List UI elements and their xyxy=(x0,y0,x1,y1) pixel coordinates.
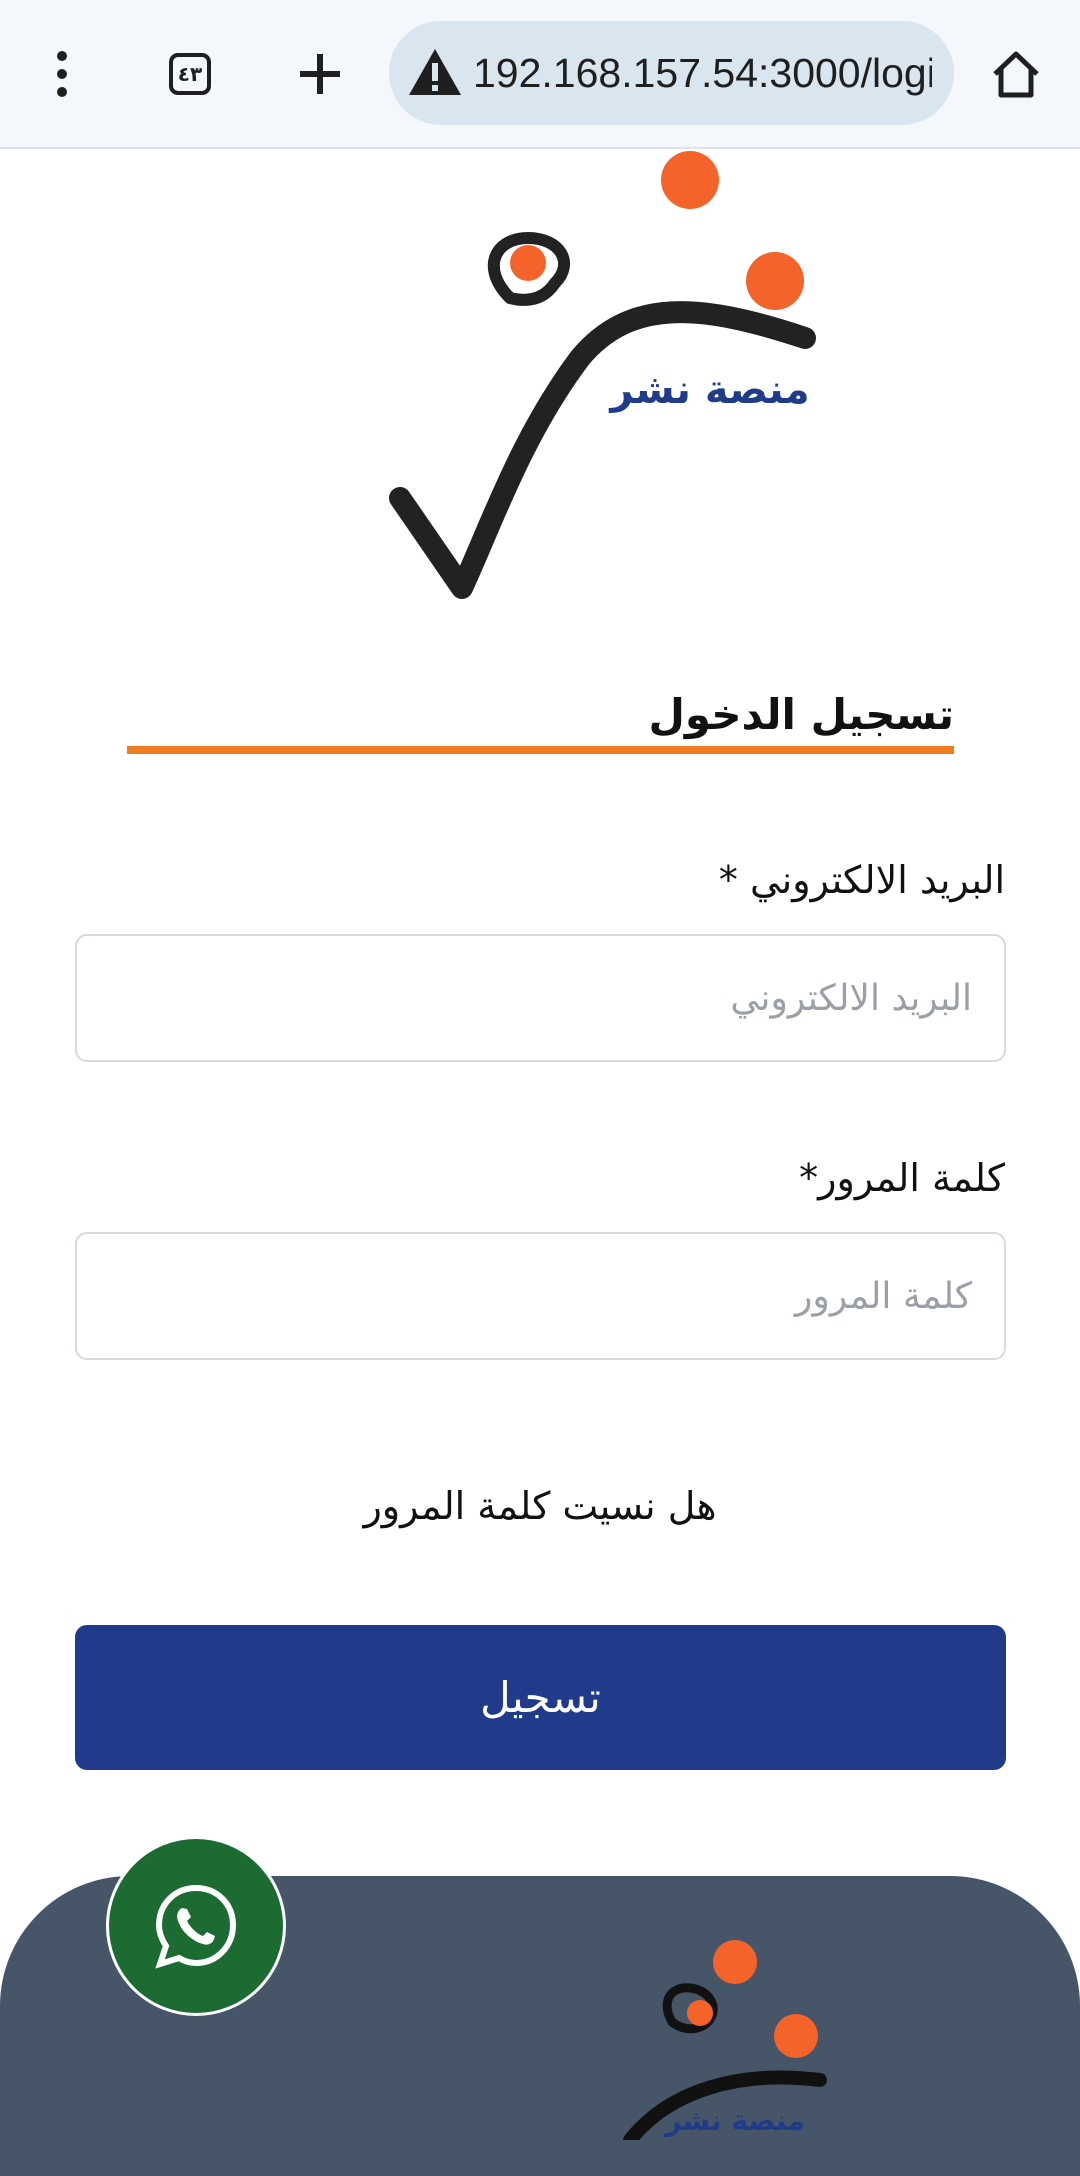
logo-text: منصة نشر xyxy=(608,367,809,413)
logo-dot xyxy=(774,2014,818,2058)
email-label: البريد الالكتروني * xyxy=(718,858,1005,902)
forgot-password-link[interactable]: هل نسيت كلمة المرور xyxy=(0,1484,1080,1528)
more-vert-icon[interactable] xyxy=(28,40,96,108)
page-title: تسجيل الدخول xyxy=(648,690,954,739)
whatsapp-button[interactable] xyxy=(106,1836,286,2016)
email-input[interactable] xyxy=(75,934,1006,1062)
logo-dot xyxy=(687,2000,713,2026)
footer-logo-text: منصة نشر xyxy=(663,2104,805,2137)
password-label: كلمة المرور* xyxy=(799,1156,1005,1200)
browser-toolbar: ٤٣ 192.168.157.54:3000/logi xyxy=(0,0,1080,149)
logo-dot xyxy=(661,151,719,209)
url-text[interactable]: 192.168.157.54:3000/logi xyxy=(473,21,932,125)
logo-dot xyxy=(746,252,804,310)
plus-icon[interactable] xyxy=(286,40,354,108)
password-input[interactable] xyxy=(75,1232,1006,1360)
tabs-switcher-button[interactable]: ٤٣ xyxy=(156,40,224,108)
whatsapp-icon xyxy=(155,1884,237,1969)
tab-count: ٤٣ xyxy=(169,53,211,95)
logo-dot xyxy=(713,1940,757,1984)
address-bar[interactable]: 192.168.157.54:3000/logi xyxy=(389,21,954,125)
footer-logo: منصة نشر xyxy=(623,1940,827,2140)
warning-icon[interactable] xyxy=(407,45,463,101)
login-submit-button[interactable]: تسجيل xyxy=(75,1625,1006,1770)
logo-dot xyxy=(510,245,546,281)
home-icon[interactable] xyxy=(982,40,1050,108)
title-underline xyxy=(127,746,954,754)
brand-logo: منصة نشر xyxy=(389,151,816,599)
